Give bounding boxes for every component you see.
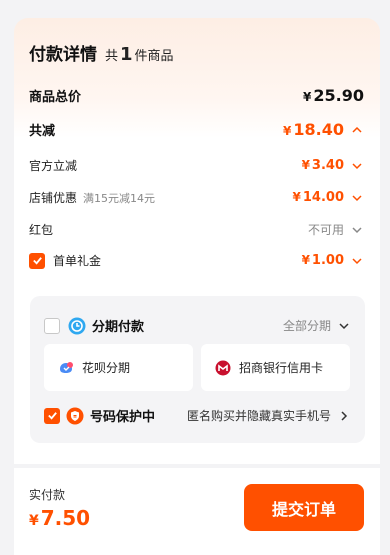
official-discount-amount: ¥3.40 (301, 158, 344, 173)
number-protection-label: 号码保护中 (90, 410, 156, 425)
cmb-credit-card-option[interactable]: 招商银行信用卡 (201, 344, 350, 391)
installment-checkbox[interactable] (44, 317, 60, 334)
installment-icon (68, 317, 86, 334)
store-discount-row[interactable]: 店铺优惠 满15元减14元 ¥14.00 (29, 189, 364, 206)
chevron-down-icon[interactable] (350, 191, 364, 205)
store-discount-label: 店铺优惠 (29, 191, 78, 205)
number-protection-desc: 匿名购买并隐藏真实手机号 (186, 409, 331, 423)
official-discount-label: 官方立减 (29, 159, 78, 173)
actual-payment-label: 实付款 (29, 488, 66, 502)
discount-total-row[interactable]: 共减 ¥18.40 (29, 120, 364, 139)
huabei-icon (60, 361, 73, 373)
installment-row[interactable]: 分期付款 全部分期 (44, 316, 351, 335)
installment-label: 分期付款 (92, 320, 145, 335)
chevron-down-icon[interactable] (350, 254, 364, 268)
payment-header: 付款详情 共 1 件商品 (29, 40, 174, 65)
chevron-up-icon[interactable] (350, 123, 364, 137)
goods-total-amount: ¥25.90 (303, 86, 364, 105)
chevron-down-icon[interactable] (350, 159, 364, 173)
installment-options: 花呗分期 招商银行信用卡 (44, 344, 350, 391)
discount-total-label: 共减 (29, 124, 56, 139)
red-packet-row[interactable]: 红包 不可用 (29, 221, 364, 238)
actual-payment-amount: ¥7.50 (29, 506, 91, 530)
red-packet-label: 红包 (29, 223, 54, 237)
submit-order-button[interactable]: 提交订单 (244, 484, 364, 531)
goods-total-row: 商品总价 ¥25.90 (29, 86, 364, 105)
first-gift-amount: ¥1.00 (301, 253, 344, 268)
official-discount-row[interactable]: 官方立减 ¥3.40 (29, 157, 364, 174)
checkout-footer: 实付款 ¥7.50 提交订单 (14, 468, 380, 555)
store-discount-rule: 满15元减14元 (83, 191, 156, 205)
first-gift-label: 首单礼金 (53, 254, 102, 268)
all-installments-link[interactable]: 全部分期 (283, 317, 331, 334)
goods-total-label: 商品总价 (29, 90, 82, 105)
shield-icon (66, 407, 84, 424)
discount-total-amount: ¥18.40 (283, 120, 344, 139)
page-title: 付款详情 (29, 45, 97, 65)
first-order-gift-row[interactable]: 首单礼金 ¥1.00 (29, 252, 364, 269)
chevron-down-icon[interactable] (350, 223, 364, 237)
chevron-down-icon[interactable] (337, 319, 351, 333)
store-discount-amount: ¥14.00 (292, 190, 344, 205)
payment-details-card: 付款详情 共 1 件商品 商品总价 ¥25.90 共减 ¥18.40 官方立减 ¥3… (14, 18, 380, 464)
number-protection-checkbox[interactable] (44, 407, 60, 424)
chevron-right-icon[interactable] (337, 409, 351, 423)
cmb-option-label: 招商银行信用卡 (239, 361, 324, 375)
huabei-option[interactable]: 花呗分期 (44, 344, 193, 391)
number-protection-row[interactable]: 号码保护中 匿名购买并隐藏真实手机号 (44, 406, 351, 425)
red-packet-status: 不可用 (307, 223, 344, 237)
first-gift-checkbox[interactable] (29, 252, 45, 269)
cmb-bank-icon (215, 360, 231, 375)
huabei-option-label: 花呗分期 (82, 361, 131, 375)
item-count: 共 1 件商品 (105, 44, 174, 65)
payment-options-panel: 分期付款 全部分期 花呗分期 招商银行信用卡 号码保护中 匿名购买并隐藏真实手机… (30, 296, 365, 443)
